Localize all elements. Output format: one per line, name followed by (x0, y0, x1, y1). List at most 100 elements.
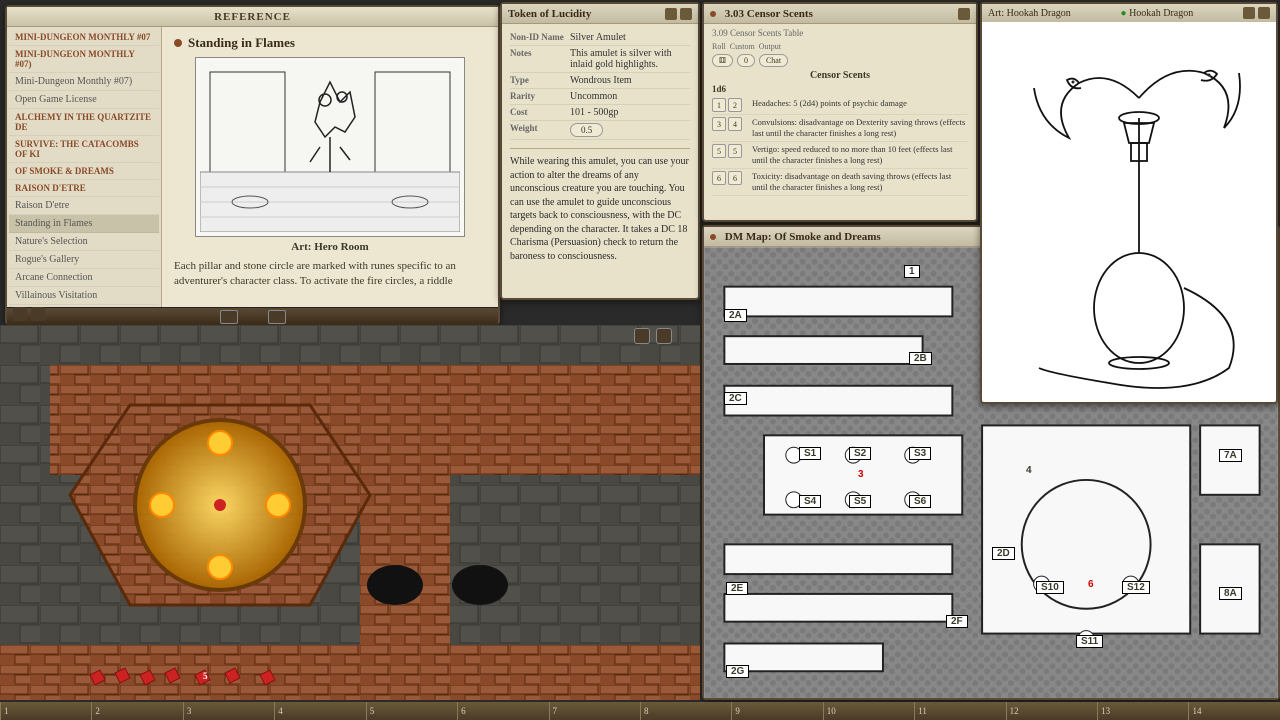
map-label: S2 (849, 447, 871, 460)
hookah-art (982, 22, 1276, 404)
map-label: 8A (1219, 587, 1242, 600)
censor-subtitle: 3.09 Censor Scents Table (712, 28, 968, 38)
bullet-icon (710, 234, 716, 240)
map-label: 2F (946, 615, 968, 628)
censor-header[interactable]: 3.03 Censor Scents (704, 4, 976, 24)
reference-footer (7, 307, 498, 325)
die-value: 4 (728, 117, 742, 131)
map-label: 2A (724, 309, 747, 322)
table-row: 66Toxicity: disadvantage on death saving… (712, 169, 968, 196)
sidebar-item[interactable]: Nature's Selection (9, 233, 159, 251)
map-label: 7A (1219, 449, 1242, 462)
ruler-tick: 3 (183, 702, 274, 720)
share-icon[interactable] (1243, 7, 1255, 19)
close-icon[interactable] (1258, 7, 1270, 19)
map-label: 1 (904, 265, 920, 278)
sidebar-item[interactable]: Arcane Connection (9, 269, 159, 287)
map-label: S11 (1076, 635, 1103, 648)
map-label: S1 (799, 447, 821, 460)
token-row: RarityUncommon (510, 89, 690, 105)
sidebar-item[interactable]: RAISON D'ETRE (9, 180, 159, 197)
die-value: 3 (712, 117, 726, 131)
table-row: 34Convulsions: disadvantage on Dexterity… (712, 115, 968, 142)
ruler-tick: 7 (549, 702, 640, 720)
map-label: S4 (799, 495, 821, 508)
close-icon[interactable] (680, 8, 692, 20)
map-label: 2B (909, 352, 932, 365)
lock-icon[interactable] (665, 8, 677, 20)
hero-art (195, 57, 465, 237)
content-body: Each pillar and stone circle are marked … (174, 259, 486, 290)
content-title: Standing in Flames (174, 35, 486, 51)
sidebar-item[interactable]: Open Game License (9, 91, 159, 109)
sidebar-item[interactable]: Standing in Flames (9, 215, 159, 233)
scroll-icon[interactable] (31, 307, 45, 321)
token-row: Weight0.5 (510, 121, 690, 140)
prev-button[interactable] (220, 310, 238, 324)
map-label: S3 (909, 447, 931, 460)
map-label: 2D (992, 547, 1015, 560)
sidebar-item[interactable]: SURVIVE: THE CATACOMBS OF KI (9, 136, 159, 163)
sidebar-item[interactable]: OF SMOKE & DREAMS (9, 163, 159, 180)
ruler-tick: 4 (274, 702, 365, 720)
bullet-icon (174, 39, 182, 47)
sidebar-item[interactable]: Villainous Visitation (9, 287, 159, 305)
reference-content[interactable]: Standing in Flames Art: (162, 27, 498, 307)
token-header[interactable]: Token of Lucidity (502, 4, 698, 24)
close-icon[interactable] (958, 8, 970, 20)
sidebar-item[interactable]: Mini-Dungeon Monthly #07) (9, 73, 159, 91)
sidebar-item[interactable]: MINI-DUNGEON MONTHLY #07) (9, 46, 159, 73)
reference-sidebar[interactable]: MINI-DUNGEON MONTHLY #07MINI-DUNGEON MON… (7, 27, 162, 307)
ruler-tick: 1 (0, 702, 91, 720)
sidebar-item[interactable]: MINI-DUNGEON MONTHLY #07 (9, 29, 159, 46)
table-row: 55Vertigo: speed reduced to no more than… (712, 142, 968, 169)
map-label: 2G (726, 665, 749, 678)
token-row: Cost101 - 500gp (510, 105, 690, 121)
sidebar-item[interactable]: Rogue's Gallery (9, 251, 159, 269)
map-marker: 6 (1084, 579, 1098, 590)
die-value: 1 (712, 98, 726, 112)
censor-body: 3.09 Censor Scents Table Roll Custom Out… (704, 24, 976, 200)
sidebar-item[interactable]: Raison D'etre (9, 197, 159, 215)
table-row: 12Headaches: 5 (2d4) points of psychic d… (712, 96, 968, 115)
output-chat-button[interactable]: Chat (759, 54, 788, 67)
map-label: 2E (726, 582, 748, 595)
reference-panel: REFERENCE MINI-DUNGEON MONTHLY #07MINI-D… (5, 5, 500, 325)
ruler-tick: 11 (914, 702, 1005, 720)
ruler-tick: 14 (1188, 702, 1279, 720)
ruler-tick: 6 (457, 702, 548, 720)
table-title: Censor Scents (712, 70, 968, 81)
map-label: S5 (849, 495, 871, 508)
die-value: 5 (728, 144, 742, 158)
roll-button[interactable]: ⚅ (712, 54, 733, 67)
die-value: 2 (728, 98, 742, 112)
map-label: S6 (909, 495, 931, 508)
ruler-tick: 12 (1006, 702, 1097, 720)
battle-map[interactable]: 5 (0, 325, 700, 700)
map-marker: 3 (854, 469, 868, 480)
map-label: 2C (724, 392, 747, 405)
layers-icon[interactable] (634, 328, 650, 344)
censor-panel: 3.03 Censor Scents 3.09 Censor Scents Ta… (702, 2, 978, 222)
ruler-tick: 10 (823, 702, 914, 720)
ruler: 1234567891011121314 (0, 702, 1280, 720)
sidebar-item[interactable]: ALCHEMY IN THE QUARTZITE DE (9, 109, 159, 136)
ruler-tick: 5 (366, 702, 457, 720)
bullet-icon (710, 11, 716, 17)
ruler-tick: 9 (731, 702, 822, 720)
map-marker: 4 (1022, 465, 1036, 476)
die-value: 6 (712, 171, 726, 185)
reference-header: REFERENCE (7, 7, 498, 27)
ruler-tick: 2 (91, 702, 182, 720)
token-panel: Token of Lucidity Non-ID NameSilver Amul… (500, 2, 700, 300)
ruler-tick: 13 (1097, 702, 1188, 720)
link-icon[interactable] (13, 307, 27, 321)
art-header[interactable]: Art: Hookah Dragon ● Hookah Dragon (982, 4, 1276, 22)
custom-field[interactable]: 0 (737, 54, 755, 67)
svg-text:5: 5 (203, 671, 208, 681)
art-caption: Art: Hero Room (174, 241, 486, 253)
settings-icon[interactable] (656, 328, 672, 344)
ruler-tick: 8 (640, 702, 731, 720)
next-button[interactable] (268, 310, 286, 324)
map-label: S10 (1036, 581, 1064, 594)
